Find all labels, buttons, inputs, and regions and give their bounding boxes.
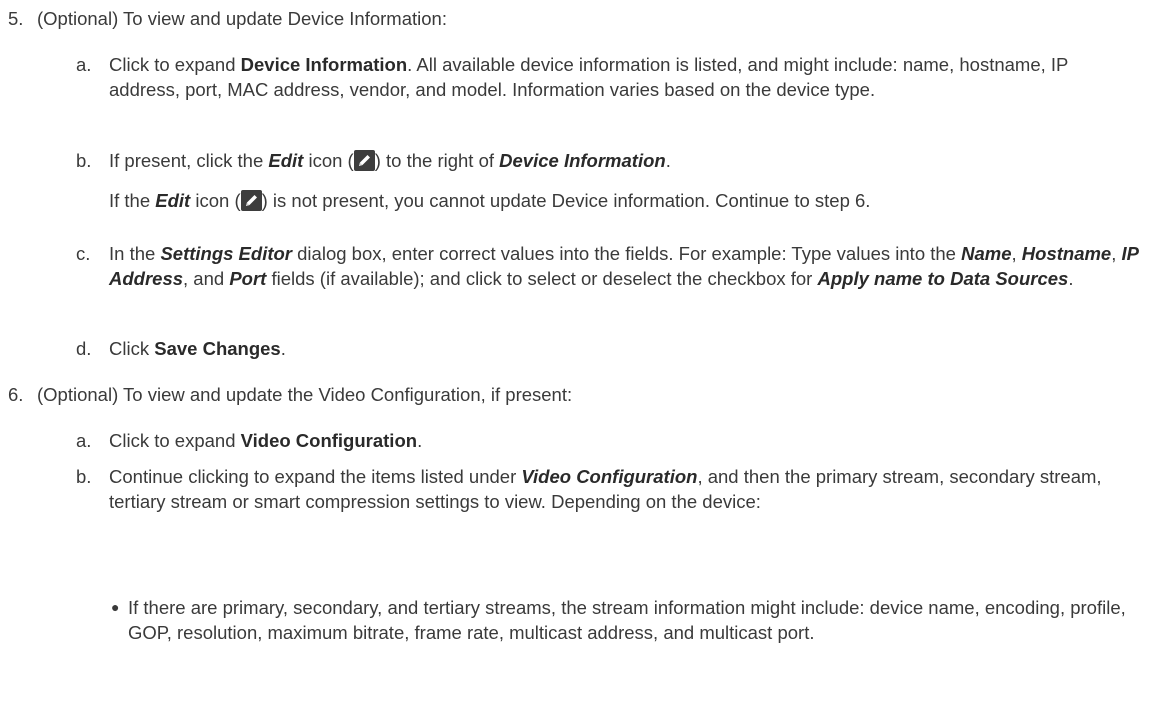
- text-run: , and: [183, 268, 230, 290]
- substep-text: Continue clicking to expand the items li…: [109, 464, 1139, 514]
- text-run: ,: [1011, 243, 1022, 264]
- ui-term-port: Port: [229, 268, 267, 290]
- ui-term-save-changes: Save Changes: [154, 338, 281, 359]
- substep-text: Click to expand Video Configuration.: [109, 428, 1139, 453]
- substep-text: In the Settings Editor dialog box, enter…: [109, 241, 1139, 291]
- text-run: .: [1068, 268, 1074, 290]
- substep-letter: b.: [76, 466, 92, 487]
- text-run: If the: [109, 190, 156, 211]
- step-number: 6.: [8, 384, 24, 405]
- text-run: icon (: [190, 190, 241, 211]
- ui-term-edit: Edit: [268, 150, 304, 171]
- ui-term-device-information: Device Information: [499, 150, 666, 171]
- edit-pencil-icon: [240, 190, 262, 211]
- text-run: Click to expand: [109, 430, 241, 451]
- step-intro: (Optional) To view and update Device Inf…: [37, 8, 447, 29]
- text-run: .: [417, 430, 423, 451]
- text-run: ) is not present, you cannot update Devi…: [261, 190, 871, 211]
- ui-term-name: Name: [961, 243, 1012, 264]
- ui-term-apply-name: Apply name to Data Sources: [817, 268, 1069, 290]
- text-run: .: [665, 150, 671, 171]
- text-run: ) to the right of: [374, 150, 500, 171]
- bullet-dot-icon: ●: [111, 599, 120, 615]
- text-run: .: [280, 338, 286, 359]
- text-run: dialog box, enter correct values into th…: [292, 243, 962, 264]
- text-run: Click to expand: [109, 54, 241, 75]
- text-run: Click: [109, 338, 155, 359]
- text-run: icon (: [303, 150, 354, 171]
- text-run: If present, click the: [109, 150, 269, 171]
- text-run: Continue clicking to expand the items li…: [109, 466, 522, 487]
- bullet-text: If there are primary, secondary, and ter…: [128, 597, 1126, 644]
- ui-term-video-configuration: Video Configuration: [240, 430, 418, 451]
- substep-letter: d.: [76, 338, 92, 359]
- edit-pencil-icon: [353, 150, 375, 171]
- substep-letter: c.: [76, 243, 91, 264]
- step-number: 5.: [8, 8, 24, 29]
- substep-text: Click Save Changes.: [109, 336, 1139, 361]
- substep-letter: a.: [76, 430, 92, 451]
- substep-letter: a.: [76, 54, 92, 75]
- ui-term-edit: Edit: [155, 190, 191, 211]
- substep-text: Click to expand Device Information. All …: [109, 52, 1139, 102]
- ui-term-video-configuration: Video Configuration: [521, 466, 698, 487]
- step-intro: (Optional) To view and update the Video …: [37, 384, 573, 405]
- substep-text: If present, click the Edit icon ( ) to th…: [109, 148, 1139, 173]
- substep-letter: b.: [76, 150, 92, 171]
- ui-term-settings-editor: Settings Editor: [160, 243, 292, 264]
- help-document-page: 5. (Optional) To view and update Device …: [0, 0, 1162, 721]
- ui-term-hostname: Hostname: [1021, 243, 1112, 264]
- text-run: In the: [109, 243, 161, 264]
- substep-5b-note: If the Edit icon ( ) is not present, you …: [109, 188, 1159, 213]
- text-run: fields (if available); and click to sele…: [266, 268, 818, 290]
- text-run: ,: [1111, 243, 1122, 264]
- ui-term-device-information: Device Information: [240, 54, 408, 75]
